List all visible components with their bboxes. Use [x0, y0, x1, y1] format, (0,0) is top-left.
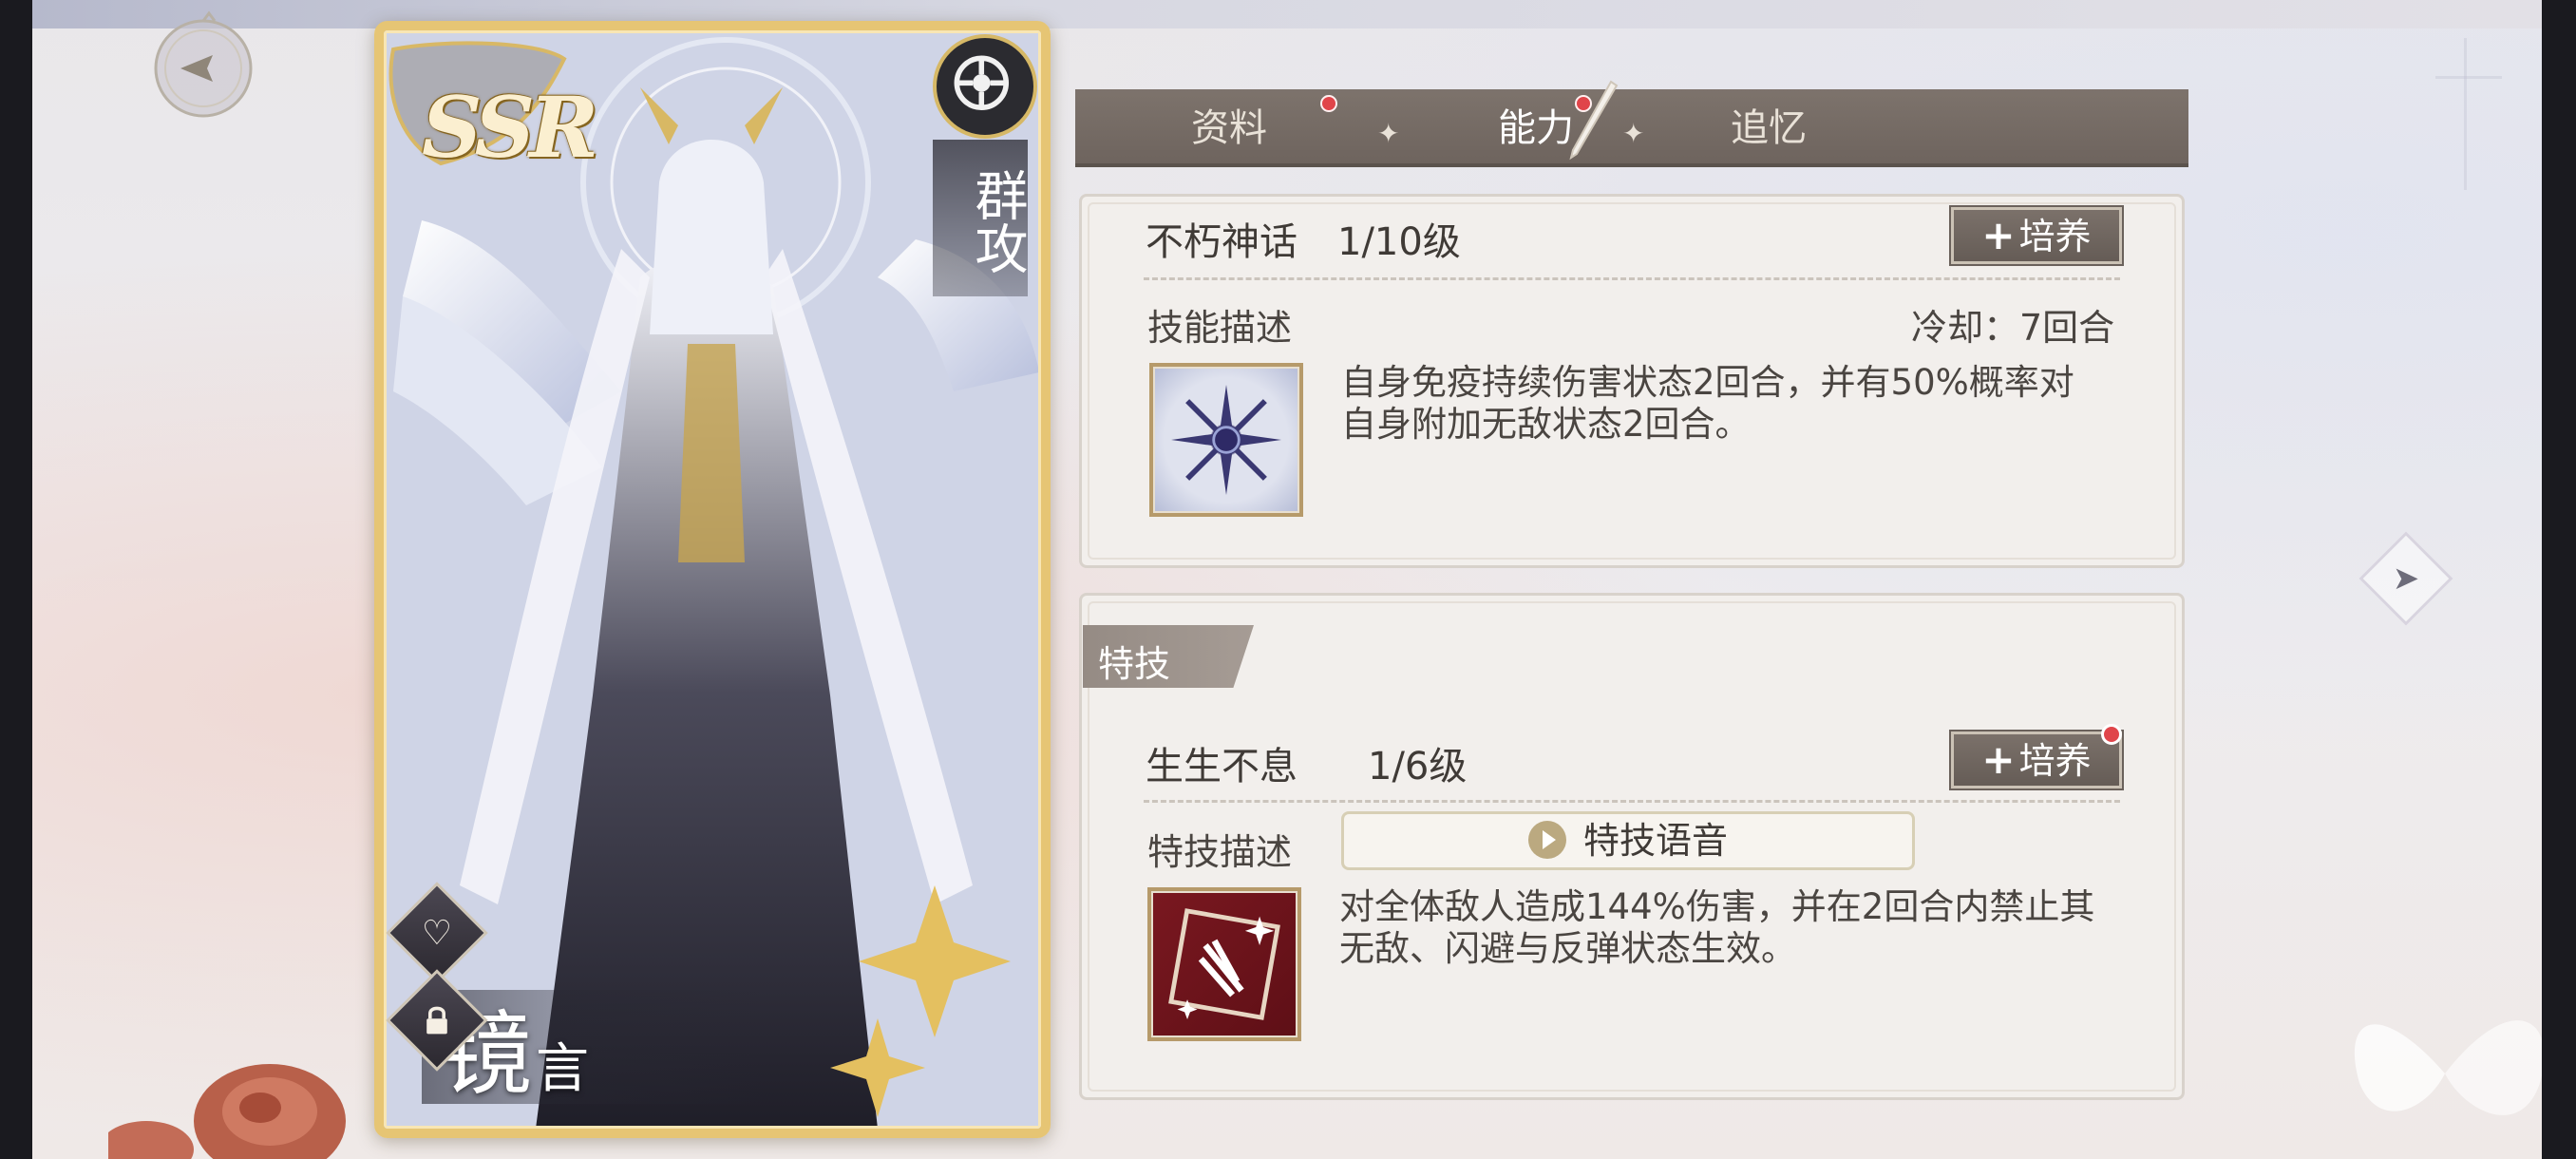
butterfly-decoration [2354, 1020, 2542, 1115]
tab-bar: 资料 ✦ 能力 ✦ 追忆 [1075, 89, 2188, 167]
plus-icon: + [1981, 212, 2016, 258]
rarity-badge: SSR [384, 40, 598, 177]
tab-separator: ✦ [1622, 118, 1645, 149]
tab-profile[interactable]: 资料 [1163, 89, 1296, 167]
tab-profile-label: 资料 [1191, 106, 1267, 150]
plus-icon: + [1981, 736, 2016, 783]
tab-ability-label: 能力 [1498, 106, 1574, 150]
divider [1144, 277, 2120, 280]
play-icon [1527, 820, 1566, 859]
attack-type-label: 群攻 [966, 168, 1028, 275]
skill-description-line1: 自身免疫持续伤害状态2回合，并有50%概率对 [1341, 362, 2074, 403]
special-level: 1/6级 [1368, 745, 1468, 788]
pen-icon [1569, 80, 1619, 161]
decorative-line [2435, 76, 2502, 79]
special-train-label: 培养 [2018, 740, 2092, 782]
skill-desc-label: 技能描述 [1147, 307, 1293, 349]
special-train-badge [2101, 724, 2122, 745]
skill-train-label: 培养 [2018, 216, 2092, 257]
skill-cooldown: 冷却：7回合 [1911, 307, 2115, 349]
rose-decoration [108, 1064, 346, 1159]
tab-memory-label: 追忆 [1731, 106, 1807, 150]
special-voice-label: 特技语音 [1582, 820, 1728, 862]
special-section-label: 特技 [1098, 643, 1171, 685]
rarity-text: SSR [422, 78, 598, 177]
special-section-tab: 特技 [1083, 625, 1254, 688]
divider [1144, 800, 2120, 803]
special-title: 生生不息 [1146, 745, 1297, 788]
skill-train-button[interactable]: + 培养 [1951, 207, 2122, 264]
skill-description-line2: 自身附加无敌状态2回合。 [1341, 404, 1751, 445]
skill-icon[interactable] [1149, 363, 1303, 517]
skill-title: 不朽神话 [1146, 220, 1297, 264]
tab-separator: ✦ [1377, 118, 1400, 149]
decorative-line [2464, 38, 2467, 190]
character-card[interactable]: SSR 群攻 镜 言 [374, 21, 1051, 1138]
heart-icon: ♡ [421, 913, 453, 953]
special-desc-label: 特技描述 [1147, 831, 1293, 873]
next-arrow-icon: ➤ [2392, 560, 2420, 598]
special-description-line1: 对全体敌人造成144%伤害，并在2回合内禁止其 [1339, 886, 2095, 927]
character-name-sub: 言 [536, 1038, 589, 1100]
back-arrow-icon [154, 10, 253, 118]
lock-icon [401, 984, 473, 1056]
skill-level: 1/10级 [1337, 220, 1461, 264]
special-description-line2: 无敌、闪避与反弹状态生效。 [1339, 928, 1796, 969]
back-button[interactable] [137, 10, 270, 124]
special-voice-button[interactable]: 特技语音 [1341, 811, 1915, 870]
attack-type-tag: 群攻 [933, 140, 1028, 296]
tab-memory[interactable]: 追忆 [1702, 89, 1835, 167]
element-icon [933, 34, 1037, 139]
tab-profile-badge [1320, 95, 1337, 112]
special-icon[interactable] [1147, 887, 1301, 1041]
special-train-button[interactable]: + 培养 [1951, 732, 2122, 788]
